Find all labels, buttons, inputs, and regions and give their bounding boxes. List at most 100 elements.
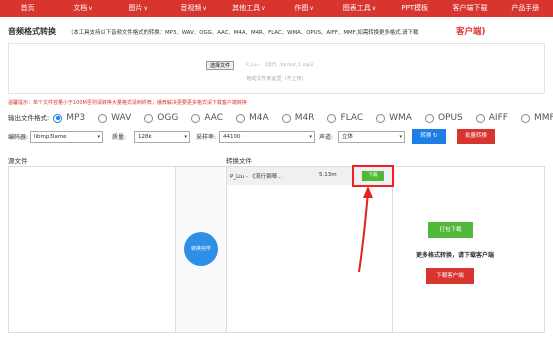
nav-item-label: 图片 [128, 4, 143, 12]
source-files-label: 源文件 [8, 157, 28, 165]
format-radio-label: MP3 [66, 113, 86, 123]
drop-hint: 拖动文件到此里（不上传） [246, 76, 307, 82]
top-navbar: 首页 文档∨ 图片∨ 音视频∨ 其他工具∨ 作图∨ 图表工具∨ PPT模板 客户端下载 产品手册 [0, 0, 553, 17]
format-radio[interactable]: M4R [281, 113, 315, 123]
nav-item[interactable]: PPT模板 [387, 0, 442, 17]
client-download-link[interactable]: 客户端) [456, 25, 485, 37]
nav-item-label: 产品手册 [511, 4, 540, 12]
radio-icon [98, 113, 108, 123]
channel-select[interactable]: 立体 ▾ [338, 131, 405, 143]
warning-text: 温馨提示：单个文件容量小于100M否则请转换大量格式请到终荐，播荐解决更要更多格… [8, 100, 247, 106]
samplerate-select[interactable]: 44100 ▾ [219, 131, 315, 143]
radio-icon [144, 113, 154, 123]
format-radio[interactable]: OGG [144, 113, 178, 123]
page-description: （本工具支持以下音频文件格式的转换：MP3、WAV、OGG、AAC、M4A、M4… [68, 30, 419, 36]
nav-item-label: 客户端下载 [452, 4, 488, 12]
chevron-down-icon: ▾ [97, 134, 100, 140]
radio-icon [281, 113, 291, 123]
output-files-panel [226, 166, 393, 333]
samplerate-value: 44100 [223, 134, 241, 140]
radio-icon [236, 113, 246, 123]
format-radio[interactable]: AAC [191, 113, 223, 123]
format-radio[interactable]: AIFF [475, 113, 508, 123]
radio-icon [327, 113, 337, 123]
format-radio-label: M4R [294, 113, 315, 123]
radio-icon [53, 113, 63, 123]
format-radio-label: AIFF [488, 113, 508, 123]
radio-icon [376, 113, 386, 123]
chevron-down-icon: ▾ [309, 134, 312, 140]
format-radio[interactable]: M4A [236, 113, 269, 123]
page-root: 首页 文档∨ 图片∨ 音视频∨ 其他工具∨ 作图∨ 图表工具∨ PPT模板 客户端下载 产品手册 … [0, 0, 553, 348]
output-files-label: 转换文件 [226, 157, 252, 165]
choose-file-button[interactable]: 选择文件 [206, 61, 235, 70]
chevron-down-icon: ∨ [143, 5, 148, 12]
samplerate-label: 采样率: [196, 134, 217, 141]
download-client-button[interactable]: 下载客户端 [426, 268, 474, 284]
format-radio-label: MMF [533, 113, 553, 123]
nav-item[interactable]: 文档∨ [55, 0, 110, 17]
format-radio[interactable]: MP3 [53, 113, 85, 123]
nav-item-label: PPT模板 [401, 4, 429, 12]
chosen-file-name: P_Liu - 《流行...format_1.mp3 [246, 63, 313, 68]
convert-button[interactable]: 转换 ↻ [412, 129, 446, 144]
source-files-panel [8, 166, 176, 333]
chevron-down-icon: ∨ [202, 5, 207, 12]
output-file-name: P_Liu - 《流行钢琴... [230, 174, 283, 180]
batch-convert-button[interactable]: 批量转换 [457, 129, 495, 144]
nav-item-label: 首页 [20, 4, 35, 12]
nav-item[interactable]: 图表工具∨ [332, 0, 387, 17]
more-formats-text: 更多格式转换，请下载客户端 [415, 252, 494, 259]
format-radio[interactable]: WAV [98, 113, 131, 123]
quality-value: 128k [138, 134, 152, 140]
page-title: 音频格式转换 [8, 27, 56, 36]
radio-icon [475, 113, 485, 123]
format-radio-label: OGG [157, 113, 179, 123]
nav-item-label: 作图 [294, 4, 309, 12]
nav-item-label: 其他工具 [232, 4, 261, 12]
chevron-down-icon: ∨ [88, 5, 93, 12]
format-radio[interactable]: FLAC [327, 113, 363, 123]
nav-item[interactable]: 音视频∨ [166, 0, 221, 17]
nav-item-label: 图表工具 [342, 4, 371, 12]
encoder-select[interactable]: libmp3lame ▾ [30, 131, 103, 143]
format-radio-label: M4A [249, 113, 269, 123]
radio-icon [191, 113, 201, 123]
chevron-down-icon: ∨ [371, 5, 377, 12]
format-radio-label: AAC [204, 113, 224, 123]
upload-area[interactable]: 选择文件 P_Liu - 《流行...format_1.mp3 拖动文件到此里（… [8, 43, 545, 94]
format-radio-label: WAV [111, 113, 132, 123]
output-file-size: 5.13m [319, 172, 337, 178]
nav-item[interactable]: 图片∨ [111, 0, 166, 17]
encoder-label: 编码器: [8, 134, 29, 141]
format-radio-label: OPUS [437, 113, 463, 123]
nav-item[interactable]: 首页 [0, 0, 55, 17]
format-radio[interactable]: MMF [520, 113, 553, 123]
convert-done-button[interactable]: 转换完毕 [184, 232, 218, 266]
format-radio-label: WMA [389, 113, 412, 123]
format-radio[interactable]: OPUS [424, 113, 463, 123]
chevron-down-icon: ▾ [399, 134, 402, 140]
channel-label: 声道: [319, 134, 334, 141]
output-format-label: 输出文件格式: [8, 114, 50, 122]
pack-download-button[interactable]: 打包下载 [428, 222, 473, 238]
quality-select[interactable]: 128k ▾ [134, 131, 190, 143]
download-highlight-box [352, 165, 394, 187]
output-format-row: 输出文件格式: MP3 WAV OGG AAC M4A M4R FLAC WMA OPUS AIF… [8, 110, 553, 124]
channel-value: 立体 [342, 134, 354, 140]
encoder-value: libmp3lame [34, 134, 67, 140]
quality-label: 质量: [112, 134, 127, 141]
format-options: MP3 WAV OGG AAC M4A M4R FLAC WMA OPUS AIFF MMF [53, 108, 553, 127]
nav-item[interactable]: 作图∨ [276, 0, 331, 17]
nav-item-label: 文档 [73, 4, 88, 12]
chevron-down-icon: ∨ [261, 5, 266, 12]
chevron-down-icon: ▾ [184, 134, 187, 140]
nav-item[interactable]: 产品手册 [498, 0, 553, 17]
nav-item[interactable]: 客户端下载 [442, 0, 497, 17]
nav-item[interactable]: 其他工具∨ [221, 0, 276, 17]
chevron-down-icon: ∨ [309, 5, 314, 12]
format-radio[interactable]: WMA [376, 113, 412, 123]
radio-icon [520, 113, 530, 123]
nav-item-label: 音视频 [180, 4, 202, 12]
format-radio-label: FLAC [340, 113, 364, 123]
